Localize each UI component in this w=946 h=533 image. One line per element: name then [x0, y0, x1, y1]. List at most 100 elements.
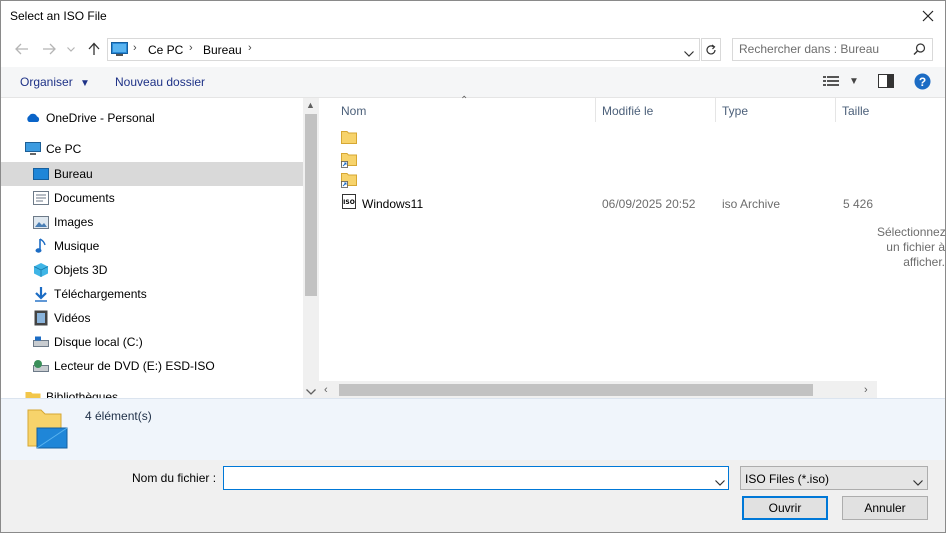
item-count: 4 élément(s) [85, 409, 152, 423]
cancel-button[interactable]: Annuler [842, 496, 928, 520]
nav-item-label: Bureau [54, 167, 93, 181]
organize-label: Organiser [20, 75, 73, 89]
search-icon[interactable] [913, 43, 926, 59]
nav-item-label: Ce PC [46, 142, 82, 156]
chevron-right-icon: › [248, 42, 252, 54]
file-name: Windows11 [362, 197, 424, 211]
title-bar [1, 1, 945, 32]
window-title: Select an ISO File [10, 9, 107, 23]
nav-item-label: Vidéos [54, 311, 91, 325]
filename-label: Nom du fichier : [132, 471, 217, 485]
file-type-select[interactable]: ISO Files (*.iso) [740, 466, 928, 490]
this-pc-icon [25, 141, 41, 157]
chevron-down-icon [67, 46, 75, 52]
column-divider[interactable] [595, 98, 596, 122]
address-history-dropdown[interactable] [684, 46, 694, 60]
file-row[interactable] [319, 128, 875, 146]
open-button[interactable]: Ouvrir [742, 496, 828, 520]
file-type: iso Archive [722, 197, 781, 211]
nav-item-telechargements[interactable]: Téléchargements [33, 282, 147, 306]
search-input[interactable] [739, 42, 909, 56]
scroll-down-icon[interactable] [306, 384, 316, 398]
search-box[interactable] [732, 38, 933, 61]
computer-icon [111, 42, 128, 60]
filename-history-dropdown[interactable] [715, 475, 725, 489]
preview-message: Sélectionnez un fichier à afficher. [877, 225, 946, 269]
nav-item-videos[interactable]: Vidéos [33, 306, 90, 330]
refresh-button[interactable] [701, 38, 721, 61]
back-button[interactable] [13, 40, 31, 58]
nav-item-label: OneDrive - Personal [46, 111, 155, 125]
3d-objects-icon [33, 262, 49, 278]
file-list: ⌃ Nom Modifié le Type Taille ISO Windows… [319, 95, 880, 398]
breadcrumb-ce-pc[interactable]: Ce PC [148, 43, 183, 57]
svg-text:?: ? [919, 75, 926, 89]
forward-button[interactable] [40, 40, 58, 58]
downloads-icon [33, 286, 49, 302]
nav-item-bureau[interactable]: Bureau [33, 162, 93, 186]
up-button[interactable] [85, 40, 103, 58]
filename-input[interactable] [228, 471, 698, 485]
select-iso-dialog: Select an ISO File › Ce PC › Bureau › Re… [0, 0, 946, 533]
folder-icon [341, 130, 357, 147]
nav-item-documents[interactable]: Documents [33, 186, 115, 210]
column-header-date[interactable]: Modifié le [602, 104, 653, 118]
nav-item-dvd[interactable]: Lecteur de DVD (E:) ESD-ISO [33, 354, 215, 378]
nav-item-disque-local[interactable]: Disque local (C:) [33, 330, 143, 354]
new-folder-button[interactable]: Nouveau dossier [115, 75, 205, 89]
preview-pane-icon [878, 74, 894, 88]
nav-item-label: Objets 3D [54, 263, 108, 277]
chevron-down-icon [913, 475, 923, 489]
nav-item-musique[interactable]: Musique [33, 234, 99, 258]
nav-item-bibliotheques[interactable]: Bibliothèques [25, 385, 118, 398]
folder-shortcut-icon [341, 152, 357, 171]
column-divider[interactable] [835, 98, 836, 122]
nav-item-label: Images [54, 215, 94, 229]
help-icon: ? [914, 73, 931, 90]
navigation-pane: OneDrive - Personal Ce PC Bureau Documen… [1, 98, 319, 398]
command-bar: Organiser ▼ Nouveau dossier ▼ ? [1, 67, 945, 98]
close-button[interactable] [913, 5, 943, 27]
arrow-up-icon [88, 42, 100, 55]
pictures-icon [33, 214, 49, 230]
nav-item-objets-3d[interactable]: Objets 3D [33, 258, 107, 282]
column-header-size[interactable]: Taille [842, 104, 869, 118]
preview-pane-button[interactable] [878, 74, 894, 91]
nav-item-onedrive[interactable]: OneDrive - Personal [25, 106, 155, 130]
view-options-button[interactable] [823, 75, 839, 90]
file-row[interactable] [319, 150, 875, 168]
file-date: 06/09/2025 20:52 [602, 197, 696, 211]
documents-icon [33, 190, 49, 206]
preview-pane: Sélectionnez un fichier à afficher. [877, 98, 945, 398]
videos-icon [33, 310, 49, 326]
scroll-right-icon[interactable]: › [864, 384, 868, 396]
filename-combobox[interactable] [223, 466, 729, 490]
scroll-up-icon[interactable]: ▲ [306, 100, 315, 110]
refresh-icon [706, 44, 716, 54]
caret-down-icon[interactable]: ▼ [849, 76, 859, 87]
close-icon [922, 10, 934, 22]
file-type-selected: ISO Files (*.iso) [745, 472, 830, 486]
recent-locations-button[interactable] [65, 40, 77, 58]
sort-ascending-icon: ⌃ [460, 95, 469, 106]
column-header-type[interactable]: Type [722, 104, 748, 118]
nav-item-ce-pc[interactable]: Ce PC [25, 137, 81, 161]
nav-scroll-thumb[interactable] [305, 114, 317, 296]
arrow-right-icon [43, 43, 56, 55]
column-header-name[interactable]: Nom [341, 104, 366, 118]
help-button[interactable]: ? [914, 73, 931, 93]
nav-item-label: Documents [54, 191, 115, 205]
column-divider[interactable] [715, 98, 716, 122]
nav-item-label: Lecteur de DVD (E:) ESD-ISO [54, 359, 215, 373]
organize-menu-button[interactable]: Organiser ▼ [20, 75, 90, 89]
nav-item-images[interactable]: Images [33, 210, 93, 234]
breadcrumb-bureau[interactable]: Bureau [203, 43, 242, 57]
address-bar[interactable]: › Ce PC › Bureau › [107, 38, 700, 61]
file-size: 5 426 ( [843, 197, 881, 211]
details-pane [1, 398, 945, 460]
scroll-left-icon[interactable]: ‹ [324, 384, 328, 396]
horizontal-scroll-thumb[interactable] [339, 384, 813, 396]
file-row[interactable]: ISO Windows11 06/09/2025 20:52 iso Archi… [319, 193, 880, 213]
file-row[interactable] [319, 172, 875, 190]
iso-file-icon: ISO [341, 194, 357, 213]
